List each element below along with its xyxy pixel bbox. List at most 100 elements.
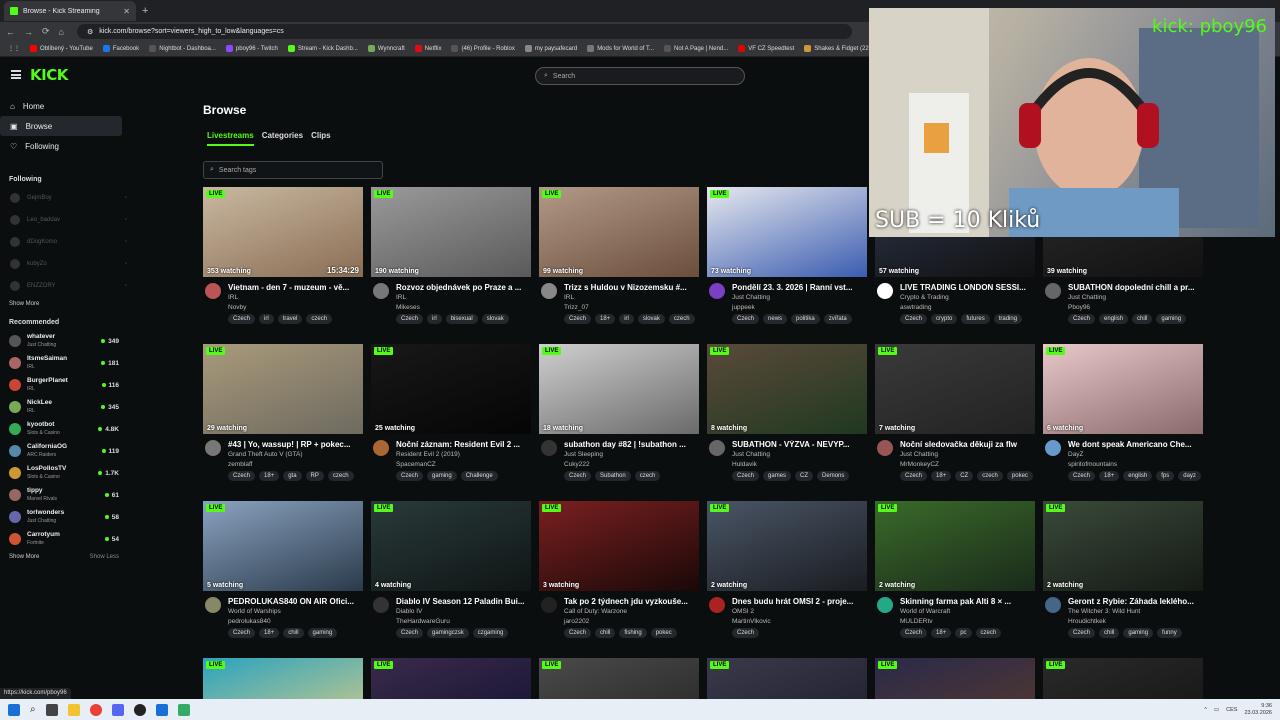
app-icon[interactable]	[177, 703, 190, 716]
tag-chip[interactable]: Czech	[732, 471, 760, 481]
tag-chip[interactable]: chill	[595, 628, 616, 638]
tag-chip[interactable]: czech	[327, 471, 354, 481]
stream-card[interactable]: LIVE 99 watching Trizz s Huldou v Nizozems…	[539, 187, 699, 327]
stream-thumbnail[interactable]: LIVE 3 watching	[539, 501, 699, 591]
tag-chip[interactable]: fps	[1156, 471, 1175, 481]
tag-chip[interactable]: Czech	[1068, 314, 1096, 324]
tag-chip[interactable]: english	[1123, 471, 1153, 481]
avatar[interactable]	[541, 597, 557, 613]
tab-livestreams[interactable]: Livestreams	[207, 131, 254, 146]
app-icon[interactable]	[155, 703, 168, 716]
browser-tab[interactable]: Browse - Kick Streaming ✕	[4, 1, 136, 21]
avatar[interactable]	[1045, 283, 1061, 299]
tag-chip[interactable]: CZ	[795, 471, 814, 481]
avatar[interactable]	[709, 440, 725, 456]
streamer-name[interactable]: zemblaff	[228, 461, 252, 468]
recommended-item[interactable]: LosPollosTV Slots & Casino 1.7K	[0, 462, 127, 484]
stream-card[interactable]: LIVE 2 watching Geront z Rybie: Záhada lek…	[1043, 501, 1203, 641]
tag-chip[interactable]: fishing	[619, 628, 647, 638]
recommended-item[interactable]: ItsmeSaiman IRL 181	[0, 352, 127, 374]
tag-chip[interactable]: czech	[977, 471, 1003, 481]
tag-chip[interactable]: Czech	[900, 628, 928, 638]
show-less-recommended[interactable]: Show Less	[90, 554, 119, 560]
language-indicator[interactable]: CES	[1226, 707, 1237, 713]
tag-chip[interactable]: gta	[283, 471, 302, 481]
avatar[interactable]	[205, 283, 221, 299]
streamer-name[interactable]: Cuky222	[564, 461, 590, 468]
streamer-name[interactable]: Huldavik	[732, 461, 757, 468]
chrome-icon[interactable]	[89, 703, 102, 716]
bookmark-item[interactable]: Oblíbený - YouTube	[30, 45, 93, 52]
chevron-up-icon[interactable]: ^	[1204, 707, 1207, 713]
avatar[interactable]	[205, 597, 221, 613]
recommended-item[interactable]: tippy Marvel Rivals 61	[0, 484, 127, 506]
stream-card[interactable]: LIVE 190 watching Rozvoz objednávek po Pra…	[371, 187, 531, 327]
avatar[interactable]	[877, 440, 893, 456]
stream-thumbnail[interactable]: LIVE 18 watching	[539, 344, 699, 434]
stream-title[interactable]: Tak po 2 týdnech jdu vyzkouše...	[564, 597, 700, 606]
stream-thumbnail[interactable]: LIVE 73 watching	[707, 187, 867, 277]
recommended-item[interactable]: torlwonders Just Chatting 58	[0, 506, 127, 528]
tag-chip[interactable]: irl	[619, 314, 634, 324]
tab-clips[interactable]: Clips	[311, 131, 331, 146]
tag-chip[interactable]: Czech	[396, 314, 424, 324]
tag-chip[interactable]: slovak	[637, 314, 665, 324]
following-item[interactable]: kubyZo ▫	[0, 253, 127, 275]
tag-chip[interactable]: chill	[1099, 628, 1120, 638]
stream-category[interactable]: World of Warcraft	[900, 608, 950, 615]
stream-thumbnail[interactable]: LIVE 29 watching	[203, 344, 363, 434]
streamer-name[interactable]: Pboy96	[1068, 304, 1090, 311]
following-item[interactable]: Leo_baddav ▫	[0, 209, 127, 231]
stream-category[interactable]: Just Chatting	[732, 451, 770, 458]
close-tab-icon[interactable]: ✕	[123, 7, 130, 16]
bookmark-item[interactable]: Nightbot - Dashboa...	[149, 45, 216, 52]
streamer-name[interactable]: Trizz_07	[564, 304, 589, 311]
stream-title[interactable]: Diablo IV Season 12 Paladin Bui...	[396, 597, 532, 606]
stream-thumbnail[interactable]: LIVE 2 watching	[707, 501, 867, 591]
stream-title[interactable]: Rozvoz objednávek po Praze a ...	[396, 283, 532, 292]
stream-thumbnail[interactable]: LIVE 7 watching	[875, 344, 1035, 434]
stream-card[interactable]: LIVE 5 watching PEDROLUKAS840 ON AIR Ofici…	[203, 501, 363, 641]
streamer-name[interactable]: MartinVlkovic	[732, 618, 771, 625]
following-item[interactable]: dDogKomo ▫	[0, 231, 127, 253]
stream-title[interactable]: Trizz s Huldou v Nizozemsku #...	[564, 283, 700, 292]
stream-thumbnail[interactable]: LIVE 2 watching	[1043, 501, 1203, 591]
tag-chip[interactable]: futures	[961, 314, 990, 324]
stream-title[interactable]: Noční záznam: Resident Evil 2 ...	[396, 440, 532, 449]
tab-categories[interactable]: Categories	[262, 131, 303, 146]
bookmark-item[interactable]: pboy96 - Twitch	[225, 45, 278, 52]
stream-title[interactable]: LIVE TRADING LONDON SESSI...	[900, 283, 1036, 292]
tag-chip[interactable]: gaming	[427, 471, 457, 481]
stream-category[interactable]: The Witcher 3: Wild Hunt	[1068, 608, 1140, 615]
tag-chip[interactable]: funny	[1157, 628, 1182, 638]
tag-chip[interactable]: Demons	[817, 471, 850, 481]
tag-chip[interactable]: 18+	[259, 628, 280, 638]
tag-chip[interactable]: Czech	[900, 471, 928, 481]
bookmark-item[interactable]: my paysafecard	[524, 45, 577, 52]
tag-chip[interactable]: czgaming	[472, 628, 509, 638]
bookmark-item[interactable]: Netflix	[414, 45, 441, 52]
stream-card[interactable]: LIVE 353 watching 15:34:29 Vietnam - den 7 …	[203, 187, 363, 327]
avatar[interactable]	[1045, 440, 1061, 456]
streamer-name[interactable]: TheHardwareGuru	[396, 618, 450, 625]
avatar[interactable]	[373, 597, 389, 613]
tag-chip[interactable]: Czech	[228, 471, 256, 481]
tag-chip[interactable]: Czech	[1068, 628, 1096, 638]
recommended-item[interactable]: Carrotyum Fortnite 54	[0, 528, 127, 550]
stream-card[interactable]: LIVE 2 watching Dnes budu hrát OMSI 2 - pr…	[707, 501, 867, 641]
tag-chip[interactable]: Czech	[228, 628, 256, 638]
tag-chip[interactable]: gamingczsk	[427, 628, 469, 638]
stream-title[interactable]: PEDROLUKAS840 ON AIR Ofici...	[228, 597, 364, 606]
stream-thumbnail[interactable]: LIVE 5 watching	[203, 501, 363, 591]
bookmark-item[interactable]: VF CZ Speedtest	[738, 45, 794, 52]
recommended-item[interactable]: CaliforniaOG ARC Raiders 119	[0, 440, 127, 462]
tag-chip[interactable]: czech	[634, 471, 661, 481]
tag-chip[interactable]: gaming	[1123, 628, 1154, 638]
stream-category[interactable]: Just Chatting	[1068, 294, 1106, 301]
stream-thumbnail[interactable]: LIVE 25 watching	[371, 344, 531, 434]
avatar[interactable]	[541, 440, 557, 456]
stream-category[interactable]: Resident Evil 2 (2019)	[396, 451, 460, 458]
following-item[interactable]: ENZZORY ▫	[0, 275, 127, 297]
show-more-following[interactable]: Show More	[0, 301, 127, 307]
streamer-name[interactable]: Hroudichtkek	[1068, 618, 1106, 625]
